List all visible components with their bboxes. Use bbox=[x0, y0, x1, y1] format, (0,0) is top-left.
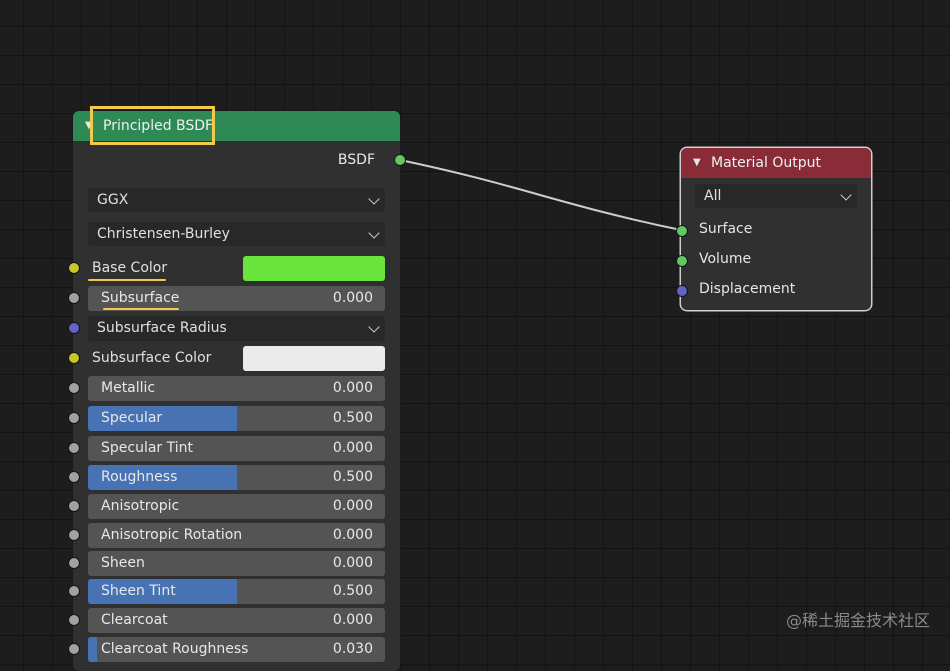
slider-value: 0.000 bbox=[332, 612, 373, 628]
title-highlight-box bbox=[90, 106, 215, 145]
subsurface-radius-socket[interactable] bbox=[68, 322, 80, 334]
slider-specular[interactable]: Specular 0.500 bbox=[88, 406, 385, 431]
slider-socket[interactable] bbox=[68, 382, 80, 394]
chevron-down-icon bbox=[368, 321, 380, 333]
slider-label: Clearcoat Roughness bbox=[101, 641, 249, 657]
subsurface-radius-dropdown[interactable]: Subsurface Radius bbox=[88, 316, 385, 341]
base-color-socket[interactable] bbox=[68, 262, 80, 274]
slider-socket[interactable] bbox=[68, 500, 80, 512]
slider-value: 0.000 bbox=[332, 440, 373, 456]
slider-value: 0.000 bbox=[332, 380, 373, 396]
output-target-dropdown[interactable]: All bbox=[695, 184, 857, 208]
base-color-underline bbox=[88, 279, 166, 281]
slider-specular-tint[interactable]: Specular Tint 0.000 bbox=[88, 436, 385, 461]
base-color-swatch[interactable] bbox=[243, 256, 385, 281]
surface-input-socket[interactable] bbox=[676, 225, 688, 237]
slider-socket[interactable] bbox=[68, 529, 80, 541]
slider-label: Sheen bbox=[101, 555, 145, 571]
subsurface-color-socket[interactable] bbox=[68, 352, 80, 364]
slider-label: Specular Tint bbox=[101, 440, 194, 456]
subsurface-radius-label: Subsurface Radius bbox=[97, 320, 227, 336]
slider-label: Sheen Tint bbox=[101, 583, 176, 599]
slider-socket[interactable] bbox=[68, 442, 80, 454]
slider-fill bbox=[88, 637, 97, 662]
volume-input-label: Volume bbox=[699, 251, 752, 267]
subsurface-underline bbox=[103, 308, 179, 310]
slider-value: 0.500 bbox=[332, 583, 373, 599]
slider-value: 0.000 bbox=[332, 527, 373, 543]
slider-label: Anisotropic bbox=[101, 498, 180, 514]
slider-label: Roughness bbox=[101, 469, 178, 485]
chevron-down-icon bbox=[840, 189, 852, 201]
chevron-down-icon bbox=[368, 193, 380, 205]
slider-roughness[interactable]: Roughness 0.500 bbox=[88, 465, 385, 490]
subsurface-label: Subsurface bbox=[101, 290, 180, 306]
output-node-title: Material Output bbox=[711, 155, 821, 171]
output-target-value: All bbox=[704, 188, 722, 204]
collapse-arrow-icon[interactable]: ▼ bbox=[693, 157, 701, 168]
slider-value: 0.500 bbox=[332, 469, 373, 485]
base-color-label: Base Color bbox=[92, 260, 168, 276]
displacement-input-socket[interactable] bbox=[676, 285, 688, 297]
slider-anisotropic-rotation[interactable]: Anisotropic Rotation 0.000 bbox=[88, 523, 385, 548]
slider-socket[interactable] bbox=[68, 471, 80, 483]
subsurface-method-value: Christensen-Burley bbox=[97, 226, 230, 242]
slider-sheen-tint[interactable]: Sheen Tint 0.500 bbox=[88, 579, 385, 604]
slider-value: 0.030 bbox=[332, 641, 373, 657]
subsurface-color-label: Subsurface Color bbox=[92, 350, 212, 366]
slider-socket[interactable] bbox=[68, 614, 80, 626]
principled-bsdf-node[interactable]: ▼ Principled BSDF BSDF GGX Christensen-B… bbox=[68, 111, 406, 671]
subsurface-method-dropdown[interactable]: Christensen-Burley bbox=[88, 222, 385, 246]
slider-value: 0.000 bbox=[332, 555, 373, 571]
surface-input-label: Surface bbox=[699, 221, 753, 237]
slider-clearcoat[interactable]: Clearcoat 0.000 bbox=[88, 608, 385, 633]
bsdf-output-socket[interactable] bbox=[394, 154, 406, 166]
material-output-node[interactable]: ▼ Material Output All Surface Volume Dis… bbox=[676, 148, 871, 310]
subsurface-color-swatch[interactable] bbox=[243, 346, 385, 371]
displacement-input-label: Displacement bbox=[699, 281, 796, 297]
slider-value: 0.500 bbox=[332, 410, 373, 426]
volume-input-socket[interactable] bbox=[676, 255, 688, 267]
distribution-dropdown[interactable]: GGX bbox=[88, 188, 385, 212]
slider-label: Specular bbox=[101, 410, 163, 426]
bsdf-output-label: BSDF bbox=[337, 152, 375, 168]
subsurface-value: 0.000 bbox=[332, 290, 373, 306]
slider-socket[interactable] bbox=[68, 585, 80, 597]
slider-anisotropic[interactable]: Anisotropic 0.000 bbox=[88, 494, 385, 519]
slider-sheen[interactable]: Sheen 0.000 bbox=[88, 551, 385, 576]
slider-socket[interactable] bbox=[68, 643, 80, 655]
slider-label: Metallic bbox=[101, 380, 156, 396]
slider-value: 0.000 bbox=[332, 498, 373, 514]
slider-label: Clearcoat bbox=[101, 612, 168, 628]
chevron-down-icon bbox=[368, 227, 380, 239]
slider-socket[interactable] bbox=[68, 412, 80, 424]
slider-metallic[interactable]: Metallic 0.000 bbox=[88, 376, 385, 401]
distribution-value: GGX bbox=[97, 192, 129, 208]
slider-clearcoat-roughness[interactable]: Clearcoat Roughness 0.030 bbox=[88, 637, 385, 662]
slider-label: Anisotropic Rotation bbox=[101, 527, 243, 543]
slider-socket[interactable] bbox=[68, 557, 80, 569]
subsurface-socket[interactable] bbox=[68, 292, 80, 304]
watermark: @稀土掘金技术社区 bbox=[785, 611, 930, 630]
output-node-header[interactable]: ▼ Material Output bbox=[681, 148, 871, 178]
